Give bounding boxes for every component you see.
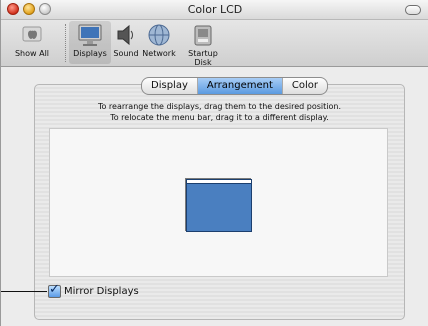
toolbar-item-displays[interactable]: Displays [71,22,109,58]
speaker-icon [112,22,140,48]
preferences-window: Color LCD Show All Displays Sound Networ… [0,0,428,326]
window-title: Color LCD [187,3,243,16]
toolbar-item-show-all[interactable]: Show All [3,22,61,58]
mirror-displays-checkbox[interactable]: ✓ [48,282,61,298]
tab-arrangement[interactable]: Arrangement [197,78,283,94]
toolbar-item-network[interactable]: Network [142,22,176,58]
toolbar-label: Startup Disk [188,49,218,67]
tab-display[interactable]: Display [142,78,198,94]
checkmark-icon: ✓ [49,282,60,297]
toolbar-toggle-button[interactable] [405,5,421,15]
startup-disk-icon [189,22,217,48]
callout-line [1,291,47,292]
instruction-line-2: To relocate the menu bar, drag it to a d… [110,113,329,122]
toolbar-label: Show All [14,49,50,58]
toolbar-label: Network [142,49,176,58]
menu-bar-indicator[interactable] [187,180,251,184]
apple-logo-icon [18,22,46,48]
toolbar-label: Sound [113,49,139,58]
display-arrangement-area [49,128,388,277]
title-bar[interactable]: Color LCD [1,0,428,20]
mirror-displays-label: Mirror Displays [64,286,139,297]
display-icon [76,22,104,48]
mirror-displays-option[interactable]: ✓ Mirror Displays [48,282,139,298]
toolbar: Show All Displays Sound Network Startup … [1,20,428,67]
network-globe-icon [145,22,173,48]
toolbar-label: Displays [73,49,107,58]
instruction-line-1: To rearrange the displays, drag them to … [97,102,342,111]
tab-color[interactable]: Color [283,78,327,94]
display-thumbnail[interactable] [186,179,252,232]
toolbar-separator [65,24,67,62]
displays-pane: Display Arrangement Color To rearrange t… [1,67,428,326]
toolbar-item-startup-disk[interactable]: Startup Disk [179,22,227,67]
toolbar-item-sound[interactable]: Sound [111,22,141,58]
tab-bar: Display Arrangement Color [141,77,328,95]
